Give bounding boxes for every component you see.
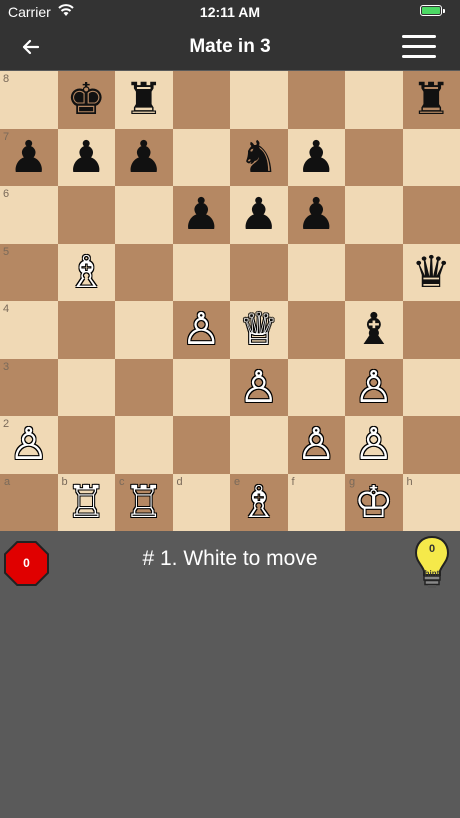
square-d8[interactable] bbox=[172, 71, 230, 129]
black-rook-piece[interactable]: ♜ bbox=[115, 71, 173, 129]
hint-count: 0 bbox=[428, 543, 436, 555]
white-pawn-piece[interactable]: ♙ bbox=[288, 416, 346, 474]
rank-label: 5 bbox=[3, 245, 10, 258]
black-pawn-piece[interactable]: ♟ bbox=[0, 129, 58, 187]
hint-label: hint bbox=[424, 569, 440, 578]
black-queen-piece[interactable]: ♛ bbox=[403, 244, 460, 302]
page-title: Mate in 3 bbox=[189, 36, 271, 57]
square-a1[interactable]: a bbox=[0, 473, 58, 531]
square-h2[interactable] bbox=[402, 416, 460, 474]
square-d7[interactable] bbox=[172, 128, 230, 186]
square-h4[interactable] bbox=[402, 301, 460, 359]
square-c2[interactable] bbox=[115, 416, 173, 474]
white-rook-piece[interactable]: ♖ bbox=[58, 474, 116, 532]
rank-label: 6 bbox=[3, 188, 10, 200]
square-c5[interactable] bbox=[115, 243, 173, 301]
black-pawn-piece[interactable]: ♟ bbox=[115, 129, 173, 187]
square-d1[interactable]: d bbox=[172, 473, 230, 531]
square-f5[interactable] bbox=[287, 243, 345, 301]
square-g7[interactable] bbox=[345, 128, 403, 186]
rank-label: 4 bbox=[3, 303, 10, 315]
square-a4[interactable]: 4 bbox=[0, 301, 58, 359]
black-king-piece[interactable]: ♚ bbox=[58, 71, 116, 129]
nav-bar: Mate in 3 bbox=[0, 24, 460, 70]
white-pawn-piece[interactable]: ♙ bbox=[0, 416, 58, 474]
black-bishop-piece[interactable]: ♝ bbox=[345, 301, 403, 359]
square-f4[interactable] bbox=[287, 301, 345, 359]
rank-label: 8 bbox=[3, 73, 10, 85]
file-label: f bbox=[291, 475, 295, 488]
square-f3[interactable] bbox=[287, 358, 345, 416]
black-rook-piece[interactable]: ♜ bbox=[403, 71, 460, 129]
square-g8[interactable] bbox=[345, 71, 403, 129]
square-d3[interactable] bbox=[172, 358, 230, 416]
black-pawn-piece[interactable]: ♟ bbox=[173, 186, 231, 244]
square-g5[interactable] bbox=[345, 243, 403, 301]
white-pawn-piece[interactable]: ♙ bbox=[345, 359, 403, 417]
white-king-piece[interactable]: ♔ bbox=[345, 474, 403, 532]
white-queen-piece[interactable]: ♕ bbox=[230, 301, 288, 359]
battery-icon bbox=[420, 5, 445, 16]
hamburger-menu-icon[interactable] bbox=[402, 35, 436, 59]
info-bar: 0 # 1. White to move 0 hint bbox=[0, 531, 460, 589]
square-b6[interactable] bbox=[57, 186, 115, 244]
square-h6[interactable] bbox=[402, 186, 460, 244]
square-h1[interactable]: h bbox=[402, 473, 460, 531]
file-label: d bbox=[176, 475, 183, 488]
black-pawn-piece[interactable]: ♟ bbox=[58, 129, 116, 187]
square-b3[interactable] bbox=[57, 358, 115, 416]
square-h7[interactable] bbox=[402, 128, 460, 186]
square-e2[interactable] bbox=[230, 416, 288, 474]
clock: 12:11 AM bbox=[199, 4, 261, 20]
black-knight-piece[interactable]: ♞ bbox=[230, 129, 288, 187]
status-bar: Carrier 12:11 AM bbox=[0, 0, 460, 24]
square-f1[interactable]: f bbox=[287, 473, 345, 531]
square-c3[interactable] bbox=[115, 358, 173, 416]
chess-board[interactable]: 8 7 6 5 4 3 2 a b c d e f g h ♚ ♜ ♜ ♟ ♟ ♟ ♞ ♟ ♟ ♟ ♟ ♗ ♛ ♙ ♕ ♝ ♙ ♙ ♙ ♙ ♙ ♖ ♖ ♗ ♔ bbox=[0, 71, 460, 531]
square-h3[interactable] bbox=[402, 358, 460, 416]
square-b4[interactable] bbox=[57, 301, 115, 359]
white-pawn-piece[interactable]: ♙ bbox=[173, 301, 231, 359]
move-prompt: # 1. White to move bbox=[142, 547, 318, 570]
rank-label: 3 bbox=[3, 360, 10, 373]
black-pawn-piece[interactable]: ♟ bbox=[288, 129, 346, 187]
square-a3[interactable]: 3 bbox=[0, 358, 58, 416]
square-f8[interactable] bbox=[287, 71, 345, 129]
black-pawn-piece[interactable]: ♟ bbox=[288, 186, 346, 244]
file-label: h bbox=[406, 475, 413, 488]
square-a5[interactable]: 5 bbox=[0, 243, 58, 301]
square-a6[interactable]: 6 bbox=[0, 186, 58, 244]
white-rook-piece[interactable]: ♖ bbox=[115, 474, 173, 532]
white-pawn-piece[interactable]: ♙ bbox=[345, 416, 403, 474]
square-c4[interactable] bbox=[115, 301, 173, 359]
square-c6[interactable] bbox=[115, 186, 173, 244]
square-g6[interactable] bbox=[345, 186, 403, 244]
square-d5[interactable] bbox=[172, 243, 230, 301]
square-a8[interactable]: 8 bbox=[0, 71, 58, 129]
white-bishop-piece[interactable]: ♗ bbox=[230, 474, 288, 532]
white-pawn-piece[interactable]: ♙ bbox=[230, 359, 288, 417]
square-b2[interactable] bbox=[57, 416, 115, 474]
square-e8[interactable] bbox=[230, 71, 288, 129]
square-e5[interactable] bbox=[230, 243, 288, 301]
file-label: a bbox=[4, 475, 11, 488]
black-pawn-piece[interactable]: ♟ bbox=[230, 186, 288, 244]
square-d2[interactable] bbox=[172, 416, 230, 474]
white-bishop-piece[interactable]: ♗ bbox=[58, 244, 116, 302]
